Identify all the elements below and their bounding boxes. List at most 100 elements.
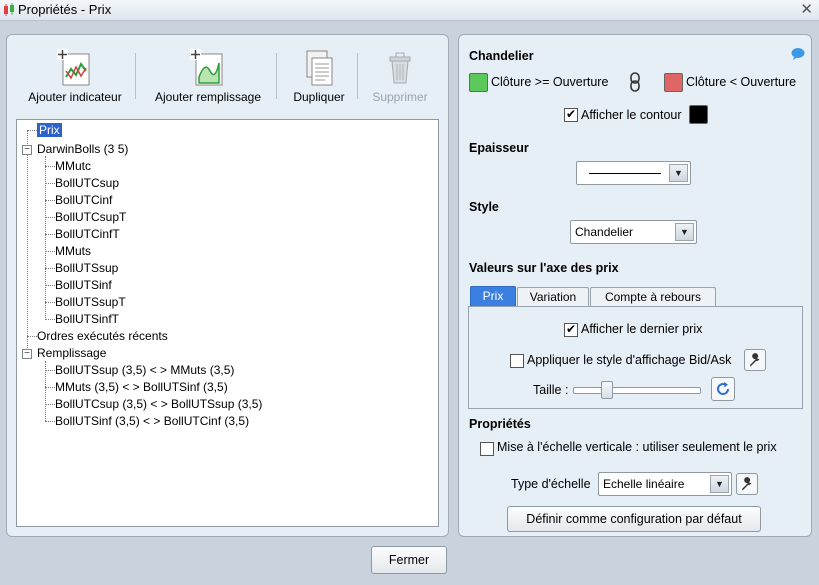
style-heading: Style: [469, 200, 499, 214]
tree-item[interactable]: BollUTCsupT: [45, 209, 126, 226]
up-color-label: Clôture >= Ouverture: [491, 75, 609, 89]
refresh-icon: [717, 382, 730, 395]
toolbar-separator: [135, 53, 136, 99]
candle-heading: Chandelier: [469, 49, 534, 63]
tree-item[interactable]: BollUTSsupT: [45, 294, 126, 311]
contour-color-swatch[interactable]: [689, 105, 708, 124]
tree-item-label: BollUTCsup (3,5) < > BollUTSsup (3,5): [55, 397, 263, 411]
tree-item[interactable]: BollUTCsup (3,5) < > BollUTSsup (3,5): [45, 396, 262, 413]
scale-type-dropdown[interactable]: Echelle linéaire ▼: [598, 472, 732, 496]
tree-item[interactable]: BollUTSsup (3,5) < > MMuts (3,5): [45, 362, 234, 379]
add-fill-label: Ajouter remplissage: [154, 90, 262, 104]
help-bubble-icon[interactable]: [791, 47, 805, 60]
collapse-darwinbolls-icon[interactable]: −: [22, 145, 32, 155]
wrench-icon: [742, 477, 752, 491]
right-panel: Chandelier Clôture >= Ouverture Clôture …: [458, 34, 812, 537]
tree-item-label: BollUTSsup (3,5) < > MMuts (3,5): [55, 363, 235, 377]
close-window-icon[interactable]: ✕: [800, 0, 813, 18]
tree-item-label: BollUTSsupT: [55, 295, 126, 309]
left-panel: Ajouter indicateur Ajouter remplissage D…: [6, 34, 449, 537]
duplicate-button[interactable]: Dupliquer: [287, 49, 351, 104]
properties-tree[interactable]: Prix − DarwinBolls (3 5) MMutc BollUTCsu…: [16, 119, 439, 527]
show-contour-label: Afficher le contour: [581, 108, 682, 122]
bid-ask-settings-button[interactable]: [744, 349, 766, 371]
set-default-label: Définir comme configuration par défaut: [526, 512, 742, 526]
show-last-price-label: Afficher le dernier prix: [581, 322, 703, 336]
tree-item-label: Remplissage: [37, 346, 107, 360]
vertical-scale-label: Mise à l'échelle verticale : utiliser se…: [497, 440, 777, 454]
add-indicator-button[interactable]: Ajouter indicateur: [21, 49, 129, 104]
bid-ask-label: Appliquer le style d'affichage Bid/Ask: [527, 353, 732, 367]
tree-item-orders[interactable]: Ordres exécutés récents: [37, 328, 168, 345]
add-fill-button[interactable]: Ajouter remplissage: [147, 49, 269, 104]
toolbar-separator: [276, 53, 277, 99]
dropdown-arrow-icon: ▼: [669, 164, 688, 182]
tab-panel-prix: ✔ Afficher le dernier prix Appliquer le …: [468, 306, 803, 409]
show-last-price-checkbox[interactable]: ✔: [564, 323, 578, 337]
link-chain-icon[interactable]: [629, 72, 641, 92]
add-indicator-icon: [57, 49, 90, 86]
close-button[interactable]: Fermer: [371, 546, 447, 574]
wrench-icon: [750, 353, 760, 367]
tree-item-label: BollUTCinf: [55, 193, 113, 207]
tab-countdown[interactable]: Compte à rebours: [590, 287, 716, 307]
tree-item[interactable]: BollUTSsup: [45, 260, 118, 277]
tree-item-label: MMuts (3,5) < > BollUTSinf (3,5): [55, 380, 228, 394]
style-dropdown[interactable]: Chandelier ▼: [570, 220, 697, 244]
bid-ask-checkbox[interactable]: [510, 354, 524, 368]
title-bar: Propriétés - Prix ✕: [0, 0, 819, 21]
candlestick-app-icon: [4, 3, 14, 16]
show-contour-checkbox[interactable]: ✔: [564, 108, 578, 122]
tab-label: Variation: [529, 290, 577, 304]
tree-item[interactable]: BollUTCsup: [45, 175, 119, 192]
delete-button[interactable]: Supprimer: [365, 49, 435, 104]
scale-type-label: Type d'échelle: [511, 477, 591, 491]
tab-prix[interactable]: Prix: [470, 286, 516, 306]
tree-item-label: DarwinBolls (3 5): [37, 142, 129, 156]
size-label: Taille :: [533, 383, 569, 397]
tree-item-label: MMuts: [55, 244, 91, 258]
tree-item-label: Ordres exécutés récents: [37, 329, 168, 343]
tree-item[interactable]: MMuts (3,5) < > BollUTSinf (3,5): [45, 379, 228, 396]
tree-item-label: BollUTCsup: [55, 176, 120, 190]
duplicate-label: Dupliquer: [293, 90, 345, 104]
down-color-swatch[interactable]: [664, 73, 683, 92]
axis-heading: Valeurs sur l'axe des prix: [469, 261, 619, 275]
vertical-scale-checkbox[interactable]: [480, 442, 494, 456]
up-color-swatch[interactable]: [469, 73, 488, 92]
tree-item-label: Prix: [37, 123, 62, 137]
tree-connector: [27, 130, 37, 131]
tree-connector: [27, 336, 37, 337]
tree-item[interactable]: BollUTCinf: [45, 192, 112, 209]
down-color-label: Clôture < Ouverture: [686, 75, 797, 89]
reset-size-button[interactable]: [711, 377, 735, 401]
tree-item-prix[interactable]: Prix: [37, 122, 62, 139]
tree-item[interactable]: BollUTSinf (3,5) < > BollUTCinf (3,5): [45, 413, 249, 430]
style-value: Chandelier: [575, 225, 634, 239]
tree-item[interactable]: MMutc: [45, 158, 91, 175]
tree-group-darwinbolls[interactable]: DarwinBolls (3 5): [37, 141, 128, 158]
thickness-heading: Epaisseur: [469, 141, 529, 155]
line-sample: [589, 173, 661, 174]
scale-type-value: Echelle linéaire: [603, 477, 685, 491]
tree-item[interactable]: MMuts: [45, 243, 91, 260]
scale-settings-button[interactable]: [736, 473, 758, 495]
size-slider-thumb[interactable]: [601, 381, 613, 399]
size-slider-track[interactable]: [573, 387, 701, 394]
tab-variation[interactable]: Variation: [517, 287, 589, 307]
thickness-dropdown[interactable]: ▼: [576, 161, 691, 185]
collapse-remplissage-icon[interactable]: −: [22, 349, 32, 359]
duplicate-icon: [306, 50, 333, 86]
add-indicator-label: Ajouter indicateur: [28, 90, 122, 104]
close-label: Fermer: [388, 553, 430, 567]
dropdown-arrow-icon: ▼: [675, 223, 694, 241]
tree-item-label: BollUTSinf: [55, 278, 112, 292]
set-default-button[interactable]: Définir comme configuration par défaut: [507, 506, 761, 532]
tree-group-remplissage[interactable]: Remplissage: [37, 345, 106, 362]
trash-icon: [389, 52, 411, 84]
tree-item[interactable]: BollUTSinfT: [45, 311, 119, 328]
add-fill-icon: [190, 49, 223, 86]
dropdown-arrow-icon: ▼: [710, 475, 729, 493]
tree-item[interactable]: BollUTSinf: [45, 277, 112, 294]
tree-item[interactable]: BollUTCinfT: [45, 226, 120, 243]
